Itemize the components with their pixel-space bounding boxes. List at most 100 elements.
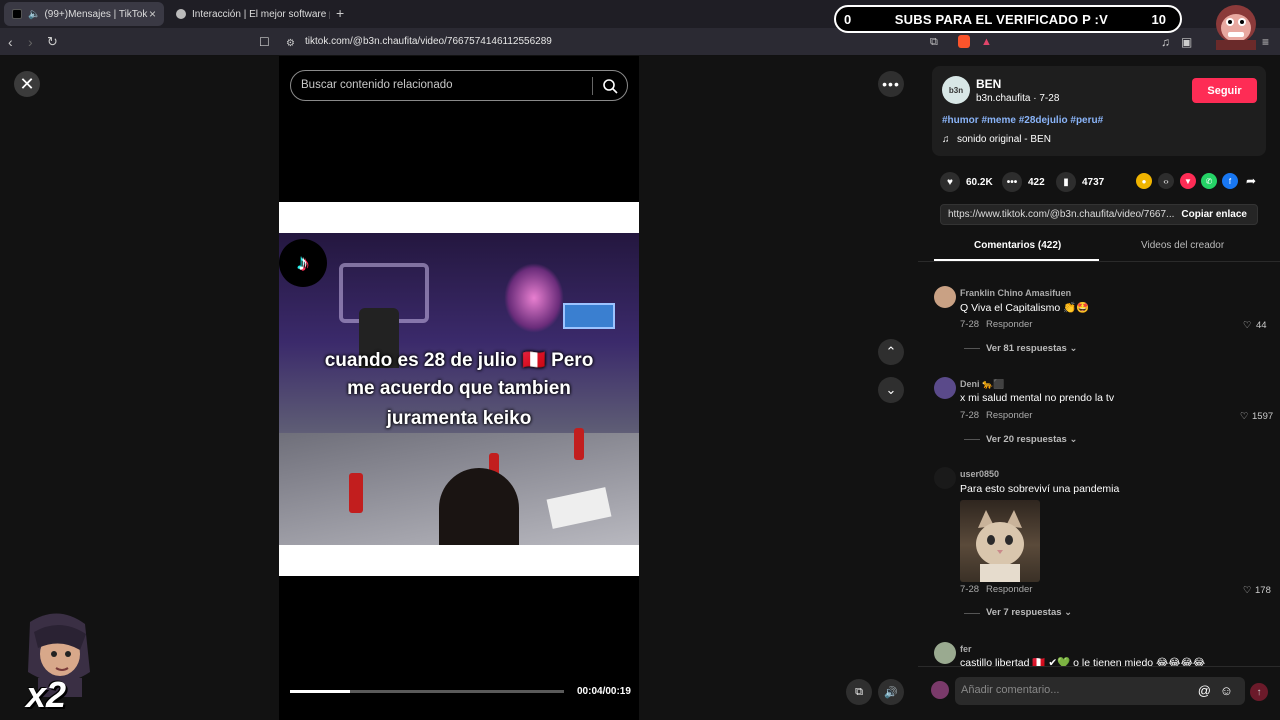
author-name[interactable]: BEN	[976, 77, 1001, 91]
view-replies-button[interactable]: Ver 7 respuestas ⌄	[986, 607, 1072, 618]
save-stat[interactable]: ▮ 4737	[1056, 172, 1104, 192]
send-icon[interactable]: ▼	[1180, 173, 1196, 189]
share-arrow-icon[interactable]: ➦	[1243, 173, 1259, 189]
video-link[interactable]: https://www.tiktok.com/@b3n.chaufita/vid…	[948, 209, 1174, 220]
comment-stat[interactable]: ••• 422	[1002, 172, 1045, 192]
video-progress-fill	[290, 690, 351, 693]
comment-user[interactable]: user0850	[960, 469, 999, 479]
reply-button[interactable]: Responder	[986, 410, 1032, 421]
comment-icon: •••	[1002, 172, 1022, 192]
tab-interaccion[interactable]: Interacción | El mejor software para p	[168, 2, 330, 26]
reload-icon[interactable]: ↻	[47, 34, 58, 50]
url-text[interactable]: tiktok.com/@b3n.chaufita/video/766757414…	[305, 36, 552, 47]
author-avatar[interactable]: b3n	[942, 76, 970, 104]
comment-user[interactable]: Deni 🐆⬛	[960, 379, 1004, 390]
tab-creator-videos[interactable]: Videos del creador	[1141, 240, 1224, 251]
red-cup	[349, 473, 363, 513]
brave-shield-icon[interactable]	[958, 35, 970, 48]
comment-user[interactable]: Franklin Chino Amasifuen	[960, 288, 1071, 298]
comment-date: 7-28	[960, 319, 980, 330]
close-video-button[interactable]: ✕	[14, 71, 40, 97]
subs-title: SUBS PARA EL VERIFICADO P :V	[894, 11, 1108, 27]
send-comment-button[interactable]: ↑	[1250, 683, 1268, 701]
bookmark-icon: ▮	[1056, 172, 1076, 192]
caption-line-3: juramenta keiko	[386, 408, 532, 429]
view-replies-button[interactable]: Ver 20 respuestas ⌄	[986, 434, 1077, 445]
hashtags[interactable]: #humor #meme #28dejulio #peru#	[942, 115, 1103, 126]
save-count: 4737	[1082, 176, 1105, 188]
streamer-avatar-icon	[1216, 5, 1256, 50]
copy-link-button[interactable]: Copiar enlace	[1181, 209, 1247, 220]
close-tab-icon[interactable]: ×	[149, 7, 156, 21]
replies-divider	[964, 348, 980, 349]
subs-current: 0	[844, 11, 852, 27]
comment-avatar[interactable]	[934, 642, 956, 664]
cat-sticker-image[interactable]	[960, 500, 1040, 582]
rewards-icon[interactable]: ▲	[981, 34, 992, 50]
back-icon[interactable]: ‹	[8, 34, 13, 50]
comment-date: 7-28	[960, 584, 980, 595]
previous-video-button[interactable]: ⌃	[878, 339, 904, 365]
sound-name[interactable]: sonido original - BEN	[957, 134, 1051, 145]
comment-text: x mi salud mental no prendo la tv	[960, 392, 1115, 404]
comment-avatar[interactable]	[934, 377, 956, 399]
comment-count: 422	[1028, 176, 1045, 188]
comment-like-count: 1597	[1252, 411, 1274, 422]
multiplier-badge: x2	[26, 674, 67, 715]
speaker-icon: 🔈	[28, 8, 41, 20]
menu-icon[interactable]: ≡	[1262, 34, 1269, 50]
tab-tiktok[interactable]: 🔈 (99+)Mensajes | TikTok ×	[4, 2, 164, 26]
stage-screen	[563, 303, 615, 329]
caption-line-1: cuando es 28 de julio 🇵🇪 Pero	[324, 350, 594, 371]
volume-button[interactable]: 🔊	[878, 679, 904, 705]
follow-button[interactable]: Seguir	[1192, 78, 1257, 103]
coin-share-icon[interactable]: ●	[1136, 173, 1152, 189]
tiktok-logo-icon: ♪	[279, 239, 327, 287]
site-favicon-icon	[176, 9, 186, 19]
emoji-icon[interactable]: ☺	[1220, 683, 1233, 698]
picture-in-picture-button[interactable]: ⧉	[846, 679, 872, 705]
video-progress-bar[interactable]	[290, 690, 564, 693]
reply-button[interactable]: Responder	[986, 584, 1032, 595]
comment-like-icon[interactable]: ♡	[1243, 585, 1252, 596]
author-handle[interactable]: b3n.chaufita · 7-28	[976, 93, 1059, 104]
comment-like-count: 44	[1256, 320, 1267, 331]
stage-light	[504, 263, 564, 333]
comment-user[interactable]: fer	[960, 644, 972, 654]
tab-label: Interacción | El mejor software para p	[192, 8, 330, 20]
comment-text: Para esto sobreviví una pandemia	[960, 483, 1120, 495]
comment-like-icon[interactable]: ♡	[1240, 411, 1249, 422]
heart-icon: ♥	[940, 172, 960, 192]
tab-comments[interactable]: Comentarios (422)	[974, 240, 1061, 251]
bookmark-icon[interactable]: ☐	[259, 34, 270, 50]
embed-icon[interactable]: ‹›	[1158, 173, 1174, 189]
whatsapp-icon[interactable]: ✆	[1201, 173, 1217, 189]
reply-button[interactable]: Responder	[986, 319, 1032, 330]
facebook-icon[interactable]: f	[1222, 173, 1238, 189]
mention-icon[interactable]: @	[1198, 683, 1211, 698]
subs-goal: 10	[1151, 11, 1166, 27]
new-tab-button[interactable]: +	[336, 5, 344, 21]
tiktok-favicon-icon	[12, 9, 22, 19]
view-replies-button[interactable]: Ver 81 respuestas ⌄	[986, 343, 1077, 354]
forward-icon[interactable]: ›	[28, 34, 33, 50]
search-bar[interactable]: Buscar contenido relacionado	[290, 70, 628, 101]
comment-avatar[interactable]	[934, 467, 956, 489]
comment-input[interactable]: Añadir comentario... @ ☺	[955, 677, 1245, 705]
video-link-box: https://www.tiktok.com/@b3n.chaufita/vid…	[940, 204, 1258, 225]
search-icon[interactable]	[601, 77, 619, 95]
sidebar-icon[interactable]: ▣	[1181, 34, 1192, 50]
next-video-button[interactable]: ⌄	[878, 377, 904, 403]
music-icon[interactable]: ♫	[1161, 34, 1170, 50]
more-options-button[interactable]: •••	[878, 71, 904, 97]
caption-line-2: me acuerdo que tambien	[347, 378, 571, 399]
music-note-icon: ♫	[942, 134, 950, 145]
like-stat[interactable]: ♥ 60.2K	[940, 172, 993, 192]
site-settings-icon[interactable]: ⚙	[286, 36, 295, 52]
translate-icon[interactable]: ⧉	[930, 34, 938, 50]
search-input[interactable]: Buscar contenido relacionado	[301, 79, 453, 91]
comment-like-icon[interactable]: ♡	[1243, 320, 1252, 331]
video-letterbox-bottom	[279, 545, 639, 576]
my-avatar[interactable]	[931, 681, 949, 699]
comment-avatar[interactable]	[934, 286, 956, 308]
